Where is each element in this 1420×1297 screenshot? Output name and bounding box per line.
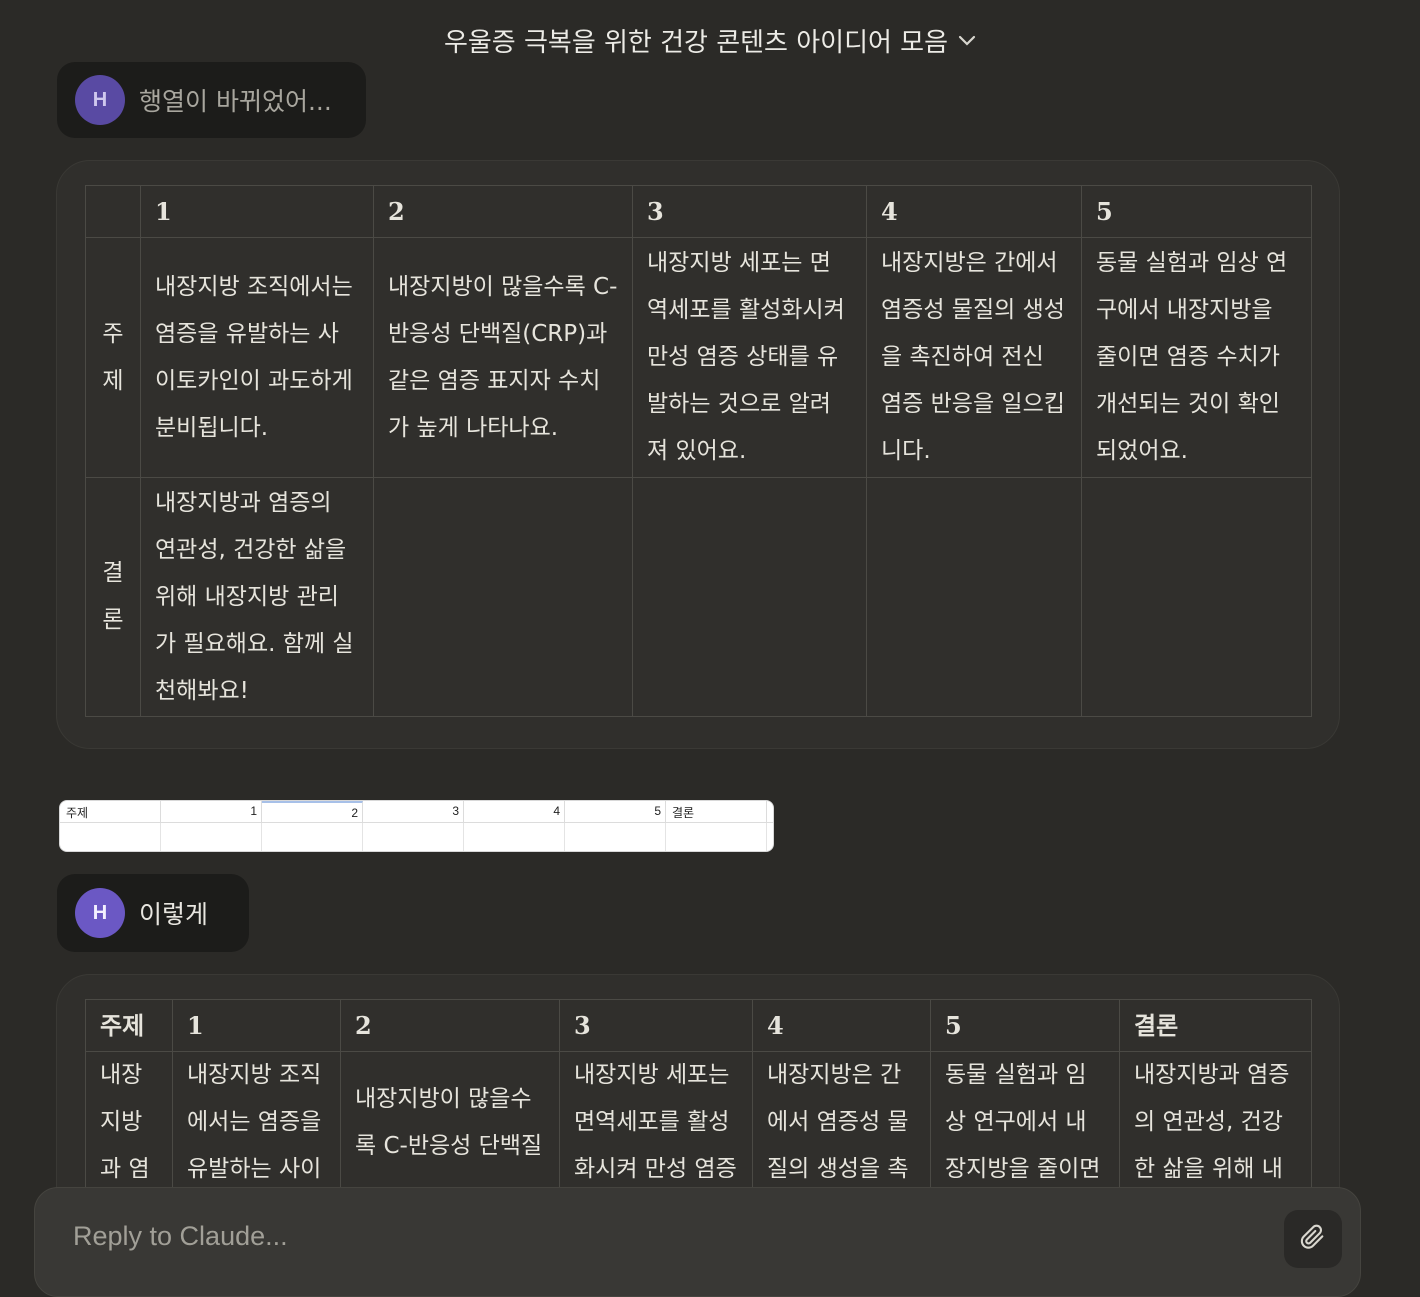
table-header-cell [85,185,141,238]
table-header-cell: 1 [140,185,374,238]
reply-input[interactable]: Reply to Claude... [73,1221,288,1252]
sheet-cell-empty [666,823,767,851]
sheet-cell-empty [60,823,161,851]
reply-composer[interactable]: Reply to Claude... [34,1187,1361,1297]
table-cell: 내장지방은 간에서 염증성 물질의 생성을 촉진하여 전신 염증 반응을 일으킵… [866,237,1082,478]
avatar: H [75,888,125,938]
assistant-message-table-1: 1 2 3 4 5 주 제 내장지방 조직에서는 염증을 유발하는 사이토카인이… [56,160,1340,749]
table-cell: 동물 실험과 임상 연구에서 내장지방을 줄이면 염증 수치가 개선되는 것이 … [1081,237,1312,478]
sheet-cell: 1 [161,801,262,822]
table-header-row: 주제 1 2 3 4 5 결론 [85,999,1312,1052]
sheet-cell-empty [262,823,363,851]
sheet-cell: 2 [262,801,363,822]
table-cell [373,477,633,717]
table-cell: 내장지방 조직에서는 염증을 유발하는 사이토카인이 과도하게 분비됩니다. [140,237,374,478]
sheet-cell-empty [464,823,565,851]
table-header-cell: 3 [559,999,753,1052]
avatar: H [75,75,125,125]
table-header-cell: 5 [930,999,1120,1052]
spreadsheet-image-attachment[interactable]: 주제 1 2 3 4 5 결론 [59,800,774,852]
table-cell: 내장지방 세포는 면역세포를 활성화시켜 만성 염증 상태를 유발하는 것으로 … [632,237,867,478]
sheet-cell-empty [565,823,666,851]
sheet-cell: 3 [363,801,464,822]
table-header-cell: 3 [632,185,867,238]
sheet-cell-empty [363,823,464,851]
table-header-cell: 2 [340,999,560,1052]
table-cell: 내장지방이 많을수록 C-반응성 단백질(CRP)과 같은 염증 표지자 수치가… [373,237,633,478]
sheet-cell: 4 [464,801,565,822]
table-row: 결 론 내장지방과 염증의 연관성, 건강한 삶을 위해 내장지방 관리가 필요… [85,477,1312,717]
table-row: 주 제 내장지방 조직에서는 염증을 유발하는 사이토카인이 과도하게 분비됩니… [85,237,1312,478]
sheet-row: 주제 1 2 3 4 5 결론 [60,801,773,823]
sheet-row [60,823,773,851]
paperclip-icon[interactable] [1299,1223,1327,1255]
row-header-conclusion: 결 론 [85,477,141,717]
chevron-down-icon[interactable] [958,31,976,52]
table-header-row: 1 2 3 4 5 [85,185,1312,238]
sheet-cell: 5 [565,801,666,822]
table-header-cell: 결론 [1119,999,1312,1052]
table-header-cell: 2 [373,185,633,238]
attach-button[interactable] [1284,1210,1342,1268]
result-table-1: 1 2 3 4 5 주 제 내장지방 조직에서는 염증을 유발하는 사이토카인이… [85,185,1312,717]
table-header-cell: 4 [866,185,1082,238]
sheet-cell: 주제 [60,801,161,822]
user-message-text: 행열이 바뀌었어... [139,87,332,116]
conversation-title[interactable]: 우울증 극복을 위한 건강 콘텐츠 아이디어 모음 [444,22,948,59]
table-header-cell: 5 [1081,185,1312,238]
row-header-topic: 주 제 [85,237,141,478]
table-header-cell: 4 [752,999,931,1052]
table-cell [866,477,1082,717]
user-message-2: H 이렇게 [57,874,249,952]
user-message-text: 이렇게 [139,900,209,929]
table-header-cell: 1 [172,999,341,1052]
table-cell [1081,477,1312,717]
sheet-cell-empty [161,823,262,851]
table-header-cell: 주제 [85,999,173,1052]
user-message-1: H 행열이 바뀌었어... [57,62,366,138]
table-cell: 내장지방과 염증의 연관성, 건강한 삶을 위해 내장지방 관리가 필요해요. … [140,477,374,717]
sheet-cell: 결론 [666,801,767,822]
table-cell [632,477,867,717]
